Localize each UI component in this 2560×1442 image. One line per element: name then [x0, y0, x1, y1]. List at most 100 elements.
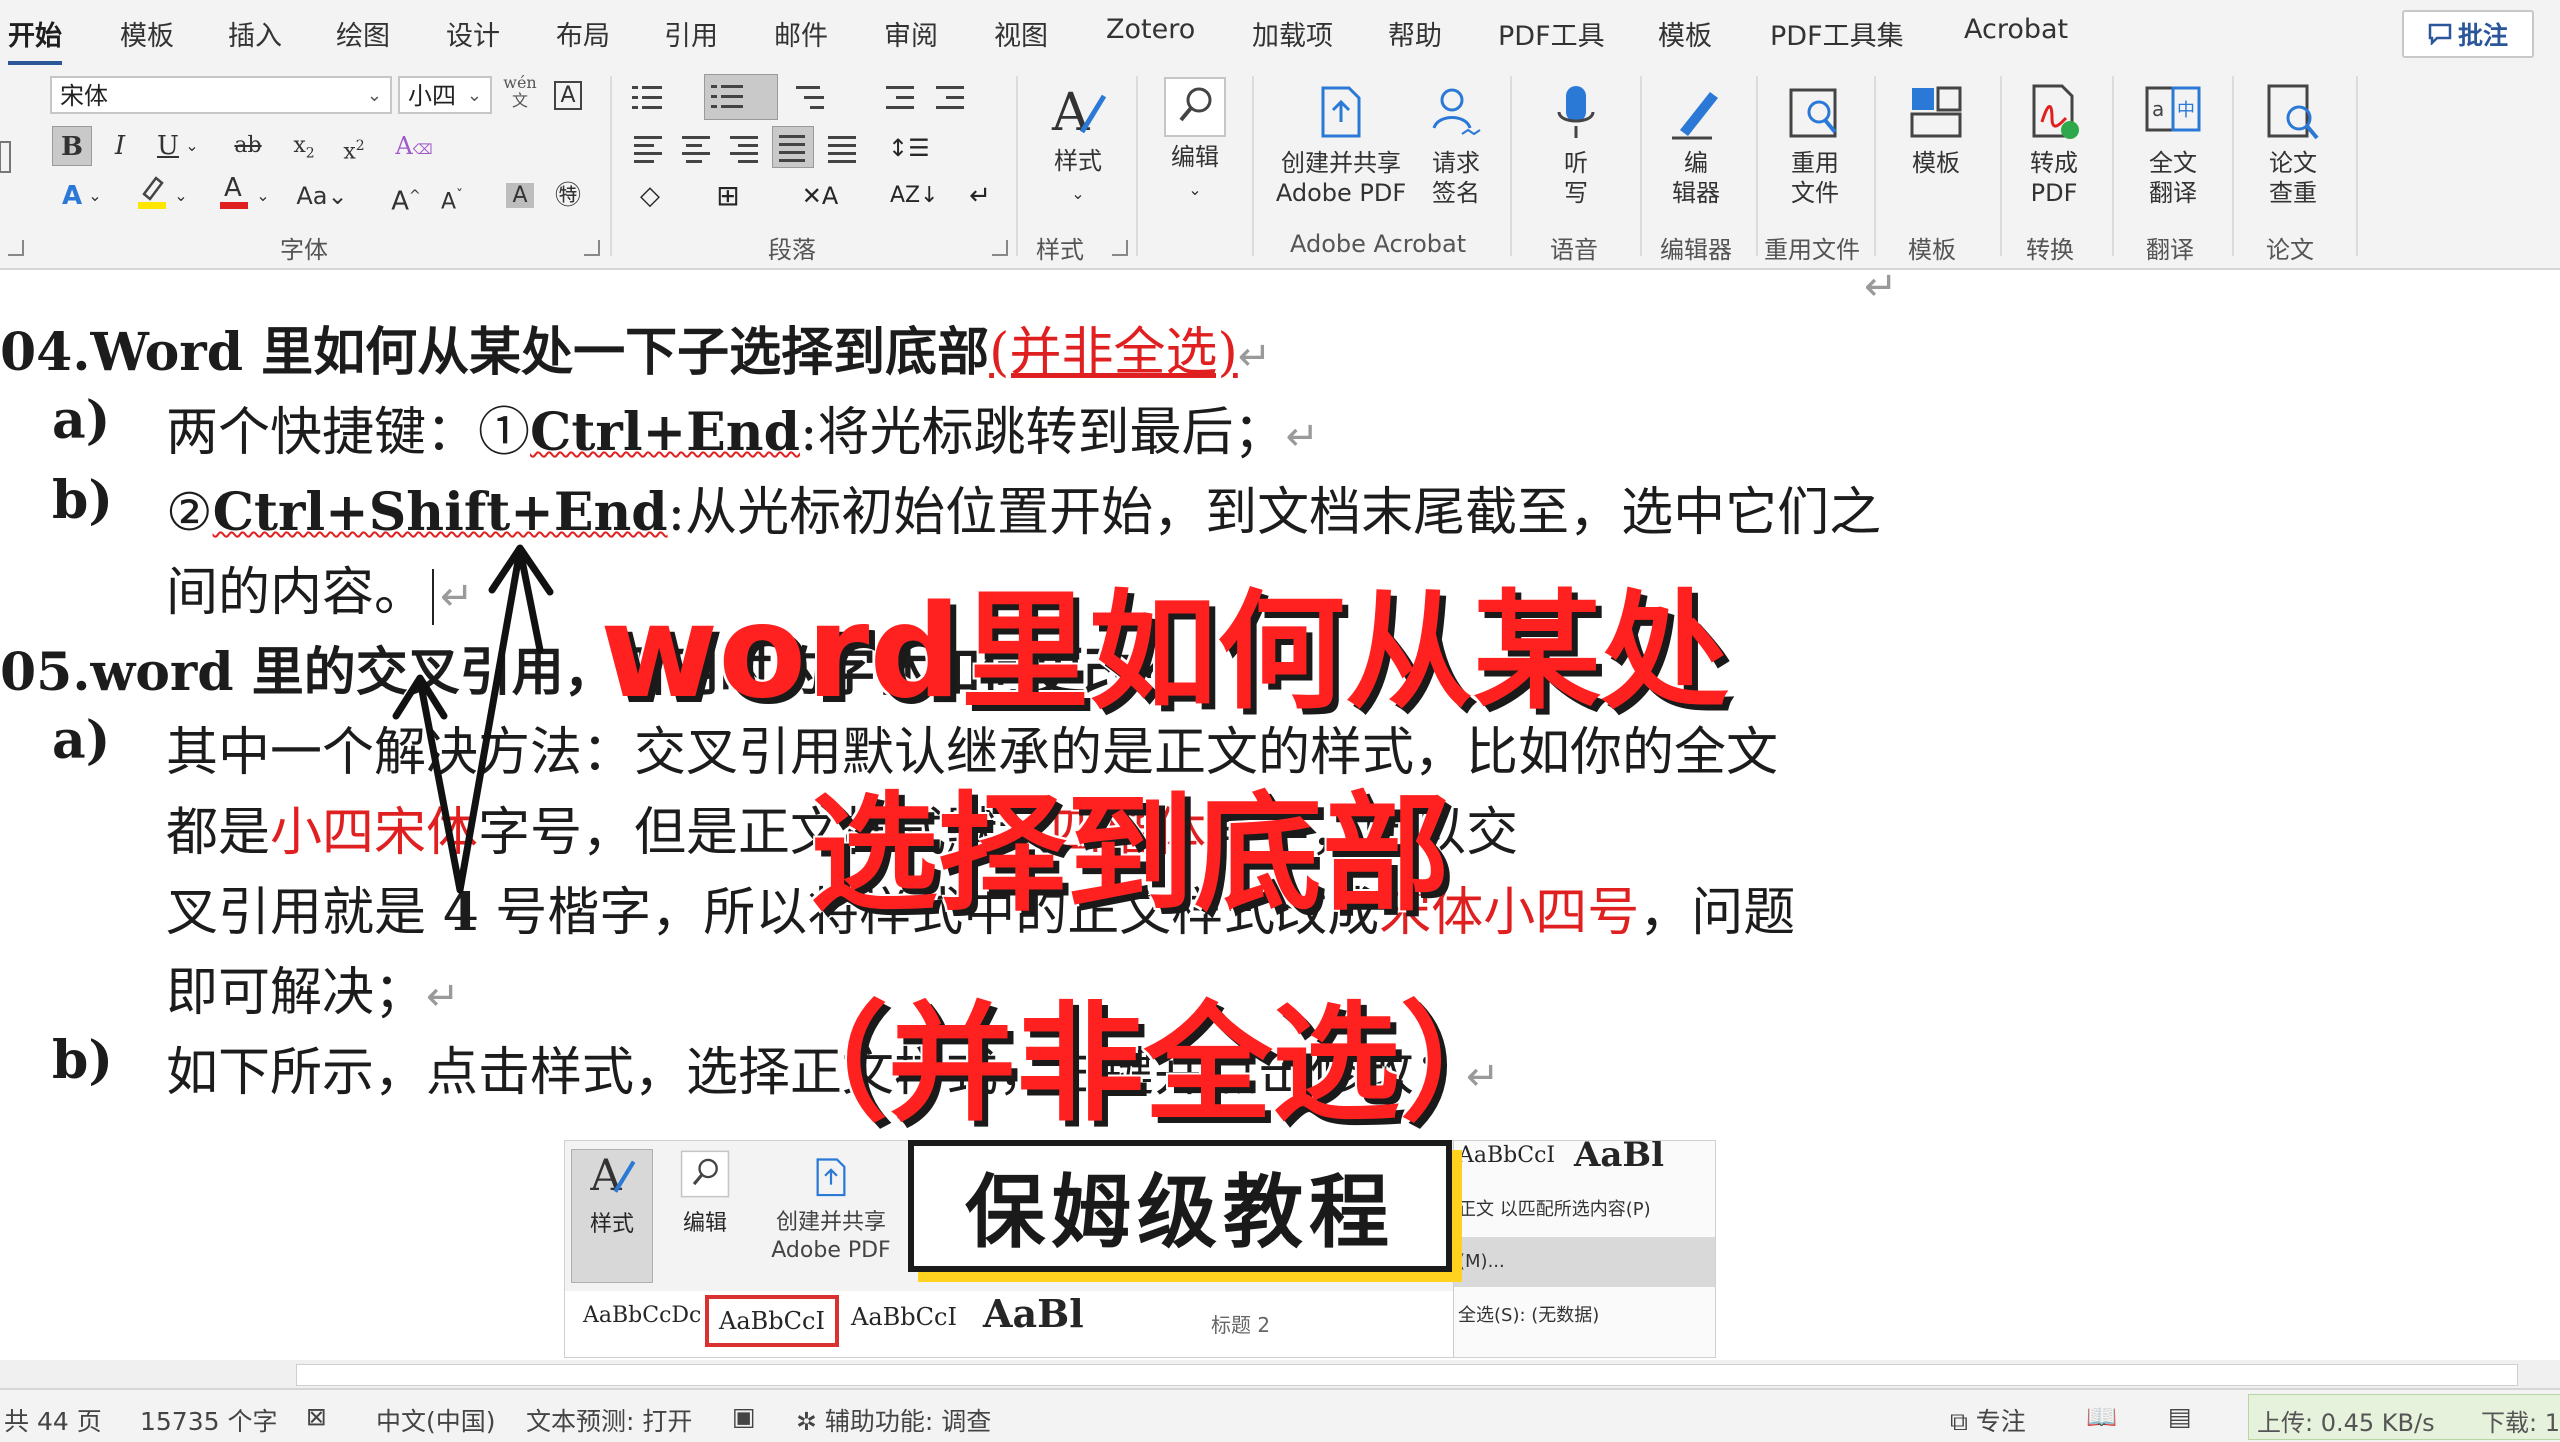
page-count[interactable]: 共 44 页 — [4, 1402, 102, 1438]
borders-icon[interactable]: ⊞ — [708, 176, 748, 216]
tab-design[interactable]: 设计 — [446, 14, 500, 53]
voice-group-label: 语音 — [1550, 236, 1598, 264]
tab-addins[interactable]: 加载项 — [1252, 14, 1333, 53]
clipboard-icon[interactable] — [0, 138, 14, 178]
reuse-files-button[interactable]: 重用 文件 — [1772, 82, 1858, 208]
styles-button[interactable]: A 样式 ⌄ — [1030, 82, 1126, 209]
dictate-button[interactable]: 听写 — [1530, 82, 1622, 208]
sort-icon[interactable]: AZ↓ — [890, 176, 939, 216]
show-marks-icon[interactable]: ↵ — [960, 176, 1000, 216]
multilevel-list-icon[interactable] — [790, 78, 830, 118]
request-signature-button[interactable]: 请求 签名 — [1420, 82, 1492, 208]
subscript-button[interactable]: x2 — [284, 126, 324, 166]
strikethrough-button[interactable]: ab — [228, 126, 268, 166]
chevron-down-icon[interactable]: ⌄ — [180, 126, 204, 166]
language-indicator[interactable]: 中文(中国) — [376, 1402, 496, 1438]
font-color-icon[interactable]: A — [214, 172, 254, 212]
tab-template-2[interactable]: 模板 — [1658, 14, 1712, 53]
change-case-icon[interactable]: Aa⌄ — [294, 176, 350, 216]
translate-button[interactable]: a中 全文 翻译 — [2130, 82, 2216, 208]
ribbon: 宋体 ⌄ 小四 ⌄ wén 文 A B I U ⌄ ab x2 x2 A⌫ A ⌄… — [0, 68, 2560, 270]
tab-zotero[interactable]: Zotero — [1106, 14, 1195, 45]
chevron-down-icon[interactable]: ⌄ — [84, 176, 106, 216]
embedded-styles-button: A 样式 — [571, 1149, 653, 1283]
thesis-check-icon — [2267, 84, 2319, 140]
tab-pdf-tools[interactable]: PDF工具 — [1498, 14, 1605, 53]
chevron-down-icon[interactable]: ⌄ — [252, 176, 274, 216]
tab-mailings[interactable]: 邮件 — [774, 14, 828, 53]
text-prediction[interactable]: 文本预测: 打开 — [526, 1402, 692, 1438]
char-border-icon[interactable]: A — [548, 74, 588, 114]
bold-button[interactable]: B — [52, 126, 92, 166]
print-layout-icon[interactable]: ▤ — [2168, 1402, 2192, 1431]
horizontal-scrollbar[interactable] — [0, 1360, 2560, 1388]
superscript-button[interactable]: x2 — [334, 126, 374, 166]
font-dialog-launcher[interactable] — [584, 240, 600, 256]
scrollbar-thumb[interactable] — [296, 1364, 2518, 1386]
macro-icon[interactable]: ▣ — [732, 1402, 756, 1431]
ribbon-separator — [2232, 76, 2234, 256]
chevron-down-icon: ⌄ — [366, 85, 382, 106]
word-count[interactable]: 15735 个字 — [140, 1402, 277, 1438]
grow-font-icon[interactable]: A^ — [386, 176, 426, 217]
styles-dialog-launcher[interactable] — [1112, 240, 1128, 256]
highlight-icon[interactable] — [132, 172, 172, 212]
tab-insert[interactable]: 插入 — [228, 14, 282, 53]
align-center-icon[interactable] — [676, 128, 716, 168]
share-pdf-icon — [1321, 86, 1361, 138]
align-left-icon[interactable] — [628, 128, 668, 168]
accessibility-status[interactable]: ✲ 辅助功能: 调查 — [796, 1402, 991, 1438]
justify-icon[interactable] — [772, 126, 814, 168]
font-family-select[interactable]: 宋体 ⌄ — [50, 76, 392, 114]
style-sample-3: AaBbCcI — [851, 1303, 957, 1331]
share-pdf-icon — [816, 1158, 846, 1197]
convert-pdf-button[interactable]: 转成 PDF — [2014, 82, 2094, 208]
tab-pdf-toolset[interactable]: PDF工具集 — [1770, 14, 1904, 53]
paragraph-group-label: 段落 — [768, 236, 816, 264]
tab-layout[interactable]: 布局 — [556, 14, 610, 53]
pdf-convert-icon — [2032, 84, 2079, 139]
chinese-layout-icon[interactable]: ✕A — [800, 176, 840, 216]
tab-template[interactable]: 模板 — [120, 14, 174, 53]
align-right-icon[interactable] — [724, 128, 764, 168]
create-share-pdf-button[interactable]: 创建并共享 Adobe PDF — [1266, 82, 1416, 208]
shrink-font-icon[interactable]: Aˇ — [432, 176, 472, 216]
char-shading-icon[interactable]: A — [500, 176, 540, 216]
numbering-icon[interactable] — [704, 74, 778, 120]
paragraph-dialog-launcher[interactable] — [992, 240, 1008, 256]
tab-view[interactable]: 视图 — [994, 14, 1048, 53]
tab-draw[interactable]: 绘图 — [336, 14, 390, 53]
svg-text:A: A — [589, 1151, 622, 1200]
editor-button[interactable]: 编辑器 — [1656, 82, 1736, 208]
tab-home[interactable]: 开始 — [8, 14, 62, 65]
distributed-icon[interactable] — [822, 128, 862, 168]
chevron-down-icon[interactable]: ⌄ — [170, 176, 192, 216]
tab-references[interactable]: 引用 — [664, 14, 718, 53]
focus-button[interactable]: ⧉ 专注 — [1950, 1402, 2026, 1438]
search-icon — [1164, 77, 1226, 137]
phonetic-guide-icon[interactable]: wén 文 — [500, 74, 540, 114]
clear-format-icon[interactable]: A⌫ — [394, 126, 434, 166]
clipboard-launcher[interactable] — [8, 240, 24, 256]
italic-button[interactable]: I — [100, 126, 140, 166]
ribbon-separator — [2000, 76, 2002, 256]
line-spacing-icon[interactable]: ↕☰ — [888, 128, 930, 168]
proofing-icon[interactable]: ⊠ — [306, 1402, 327, 1431]
tab-help[interactable]: 帮助 — [1388, 14, 1442, 53]
styles-group-label: 样式 — [1036, 236, 1084, 264]
read-mode-icon[interactable]: 📖 — [2086, 1402, 2117, 1432]
template-button[interactable]: 模板 — [1890, 82, 1982, 178]
shading-icon[interactable]: ◇ — [630, 176, 670, 216]
decrease-indent-icon[interactable] — [880, 78, 920, 118]
editing-button[interactable]: 编辑 ⌄ — [1152, 76, 1238, 205]
enclose-char-icon[interactable]: ㊕ — [548, 176, 588, 216]
network-speed-widget: 上传: 0.45 KB/s 下载: 1 — [2248, 1394, 2560, 1440]
increase-indent-icon[interactable] — [930, 78, 970, 118]
thesis-check-button[interactable]: 论文 查重 — [2250, 82, 2336, 208]
bullets-icon[interactable] — [628, 78, 668, 118]
tab-review[interactable]: 审阅 — [884, 14, 938, 53]
font-size-value: 小四 — [408, 82, 456, 110]
tab-acrobat[interactable]: Acrobat — [1964, 14, 2068, 45]
comment-button[interactable]: 批注 — [2402, 10, 2534, 58]
font-size-select[interactable]: 小四 ⌄ — [398, 76, 492, 114]
